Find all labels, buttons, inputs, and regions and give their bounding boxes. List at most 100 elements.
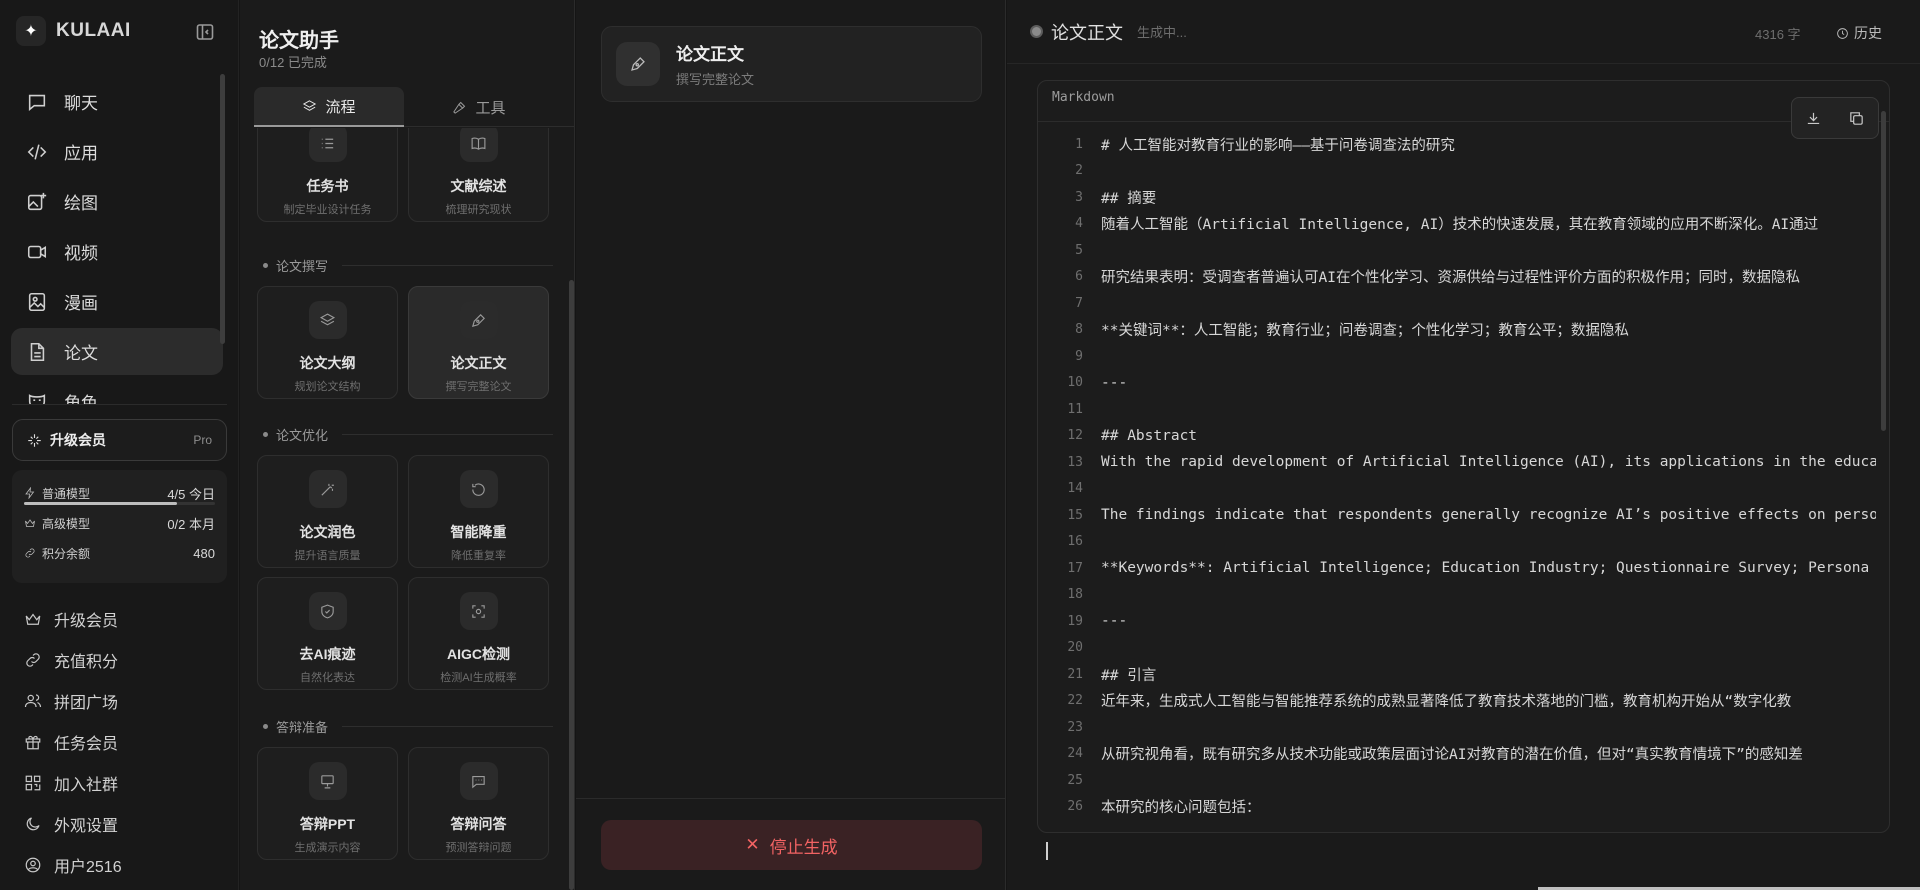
nav-item-paper[interactable]: 论文 — [11, 328, 223, 375]
brand[interactable]: ✦ KULAAI — [16, 16, 131, 46]
menu-upgrade[interactable]: 升级会员 — [12, 598, 227, 639]
code-line: 19 --- — [1038, 608, 1878, 635]
tab-workflow[interactable]: 流程 — [254, 87, 404, 127]
code-line: 22 近年来，生成式人工智能与智能推荐系统的成熟显著降低了教育技术落地的门槛，教育… — [1038, 688, 1878, 715]
section-writing: 论文撰写 — [263, 256, 553, 275]
menu-label: 加入社群 — [54, 776, 119, 794]
main-sidebar: ✦ KULAAI 聊天 应用 绘图 视频 漫画 论文 角色 升级会员 Pro 普… — [0, 0, 239, 890]
nav-item-drawing[interactable]: 绘图 — [11, 178, 223, 225]
panel-tabs: 流程 工具 — [254, 87, 574, 127]
code-line: 10 --- — [1038, 370, 1878, 397]
qrcode-icon — [25, 775, 41, 790]
menu-join-community[interactable]: 加入社群 — [12, 762, 227, 803]
stop-generation-button[interactable]: ✕ 停止生成 — [601, 820, 982, 870]
code-scrollbar[interactable] — [1881, 111, 1886, 431]
code-line: 26 本研究的核心问题包括： — [1038, 794, 1878, 821]
upgrade-member-button[interactable]: 升级会员 Pro — [12, 419, 227, 461]
chat-icon — [28, 94, 46, 111]
line-number: 22 — [1067, 693, 1083, 709]
current-task-card[interactable]: 论文正文 撰写完整论文 — [601, 26, 982, 102]
card-remove-ai-trace[interactable]: 去AI痕迹 自然化表达 — [257, 577, 398, 690]
users-icon — [24, 693, 42, 707]
line-text: The findings indicate that respondents g… — [1101, 507, 1876, 524]
editor-title: 论文正文 — [1051, 22, 1123, 43]
card-literature-review[interactable]: 文献综述 梳理研究现状 — [408, 128, 549, 222]
nav-item-comic[interactable]: 漫画 — [11, 278, 223, 325]
line-text: 从研究视角看，既有研究多从技术功能或政策层面讨论AI对教育的潜在价值，但对“真实… — [1101, 747, 1803, 764]
panel-progress: 0/12 已完成 — [259, 55, 327, 70]
nav-item-role[interactable]: 角色 — [11, 378, 223, 404]
card-name: 论文正文 — [450, 355, 507, 371]
markdown-code-block[interactable]: Markdown 1 # 人工智能对教育行业的影响——基于问卷调查法的研究 2 3 ##… — [1037, 80, 1890, 833]
line-text: **关键词**：人工智能；教育行业；问卷调查；个性化学习；教育公平；数据隐私 — [1101, 323, 1629, 340]
copy-icon[interactable] — [1848, 110, 1865, 127]
card-task-book[interactable]: 任务书 制定毕业设计任务 — [257, 128, 398, 222]
menu-appearance[interactable]: 外观设置 — [12, 803, 227, 844]
menu-user[interactable]: 用户2516 — [12, 844, 227, 885]
code-line: 6 研究结果表明：受调查者普遍认可AI在个性化学习、资源供给与过程性评价方面的积极… — [1038, 264, 1878, 291]
nav-label: 角色 — [64, 394, 98, 404]
nav-item-chat[interactable]: 聊天 — [11, 78, 223, 125]
menu-label: 任务会员 — [54, 735, 119, 753]
card-desc: 撰写完整论文 — [445, 381, 512, 393]
code-line: 23 — [1038, 714, 1878, 741]
pen-icon — [616, 42, 660, 86]
upgrade-label: 升级会员 — [50, 432, 106, 448]
card-name: 答辩问答 — [450, 816, 507, 832]
section-title: 论文优化 — [276, 428, 329, 443]
quota-value: 0/2 本月 — [167, 516, 215, 532]
card-defense-ppt[interactable]: 答辩PPT 生成演示内容 — [257, 747, 398, 860]
plan-badge: Pro — [193, 433, 212, 447]
code-lines: 1 # 人工智能对教育行业的影响——基于问卷调查法的研究 2 3 ## 摘要 4 随着人工智… — [1038, 131, 1878, 820]
card-reduce-duplication[interactable]: 智能降重 降低重复率 — [408, 455, 549, 568]
code-line: 25 — [1038, 767, 1878, 794]
nav-scrollbar[interactable] — [220, 74, 225, 344]
card-name: 智能降重 — [450, 524, 507, 540]
nav-label: 论文 — [64, 344, 98, 363]
code-line: 16 — [1038, 529, 1878, 556]
quota-value: 4/5 今日 — [167, 486, 215, 502]
menu-label: 外观设置 — [54, 817, 119, 835]
download-icon[interactable] — [1805, 110, 1822, 127]
tab-tools[interactable]: 工具 — [404, 87, 554, 127]
code-line: 24 从研究视角看，既有研究多从技术功能或政策层面讨论AI对教育的潜在价值，但对“… — [1038, 741, 1878, 768]
line-number: 25 — [1067, 772, 1083, 788]
tab-label: 工具 — [475, 99, 506, 117]
card-name: AIGC检测 — [447, 646, 510, 662]
card-polish[interactable]: 论文润色 提升语言质量 — [257, 455, 398, 568]
crown-icon — [25, 519, 35, 527]
code-line: 15 The findings indicate that respondents… — [1038, 502, 1878, 529]
quota-progress-bar — [24, 502, 215, 505]
quota-label: 高级模型 — [42, 516, 91, 531]
card-aigc-detect[interactable]: AIGC检测 检测AI生成概率 — [408, 577, 549, 690]
sparkle-icon — [28, 433, 41, 447]
line-number: 5 — [1075, 242, 1083, 258]
video-icon — [27, 245, 47, 258]
card-desc: 检测AI生成概率 — [440, 672, 517, 684]
refresh-icon — [459, 470, 498, 508]
quota-value: 480 — [193, 545, 215, 561]
nav-item-apps[interactable]: 应用 — [11, 128, 223, 175]
card-name: 去AI痕迹 — [299, 646, 356, 662]
code-line: 21 ## 引言 — [1038, 661, 1878, 688]
card-desc: 降低重复率 — [451, 550, 506, 562]
line-number: 1 — [1075, 136, 1083, 152]
card-outline[interactable]: 论文大纲 规划论文结构 — [257, 286, 398, 399]
line-text: 本研究的核心问题包括： — [1101, 800, 1261, 817]
menu-label: 充值积分 — [54, 653, 119, 671]
card-body-text[interactable]: 论文正文 撰写完整论文 — [408, 286, 549, 399]
history-button[interactable]: 历史 — [1836, 23, 1882, 43]
menu-group-buy[interactable]: 拼团广场 — [12, 680, 227, 721]
nav-item-video[interactable]: 视频 — [11, 228, 223, 275]
sidebar-collapse-icon[interactable] — [195, 22, 215, 42]
user-icon — [25, 857, 41, 872]
card-defense-qa[interactable]: 答辩问答 预测答辩问题 — [408, 747, 549, 860]
code-line: 12 ## Abstract — [1038, 423, 1878, 450]
nav-list: 聊天 应用 绘图 视频 漫画 论文 角色 — [11, 78, 223, 404]
quota-advanced: 高级模型 0/2 本月 — [24, 508, 215, 538]
panel-scrollbar[interactable] — [569, 280, 574, 890]
menu-recharge[interactable]: 充值积分 — [12, 639, 227, 680]
line-text: ## 引言 — [1101, 667, 1157, 684]
menu-task-member[interactable]: 任务会员 — [12, 721, 227, 762]
nav-label: 视频 — [64, 244, 98, 263]
